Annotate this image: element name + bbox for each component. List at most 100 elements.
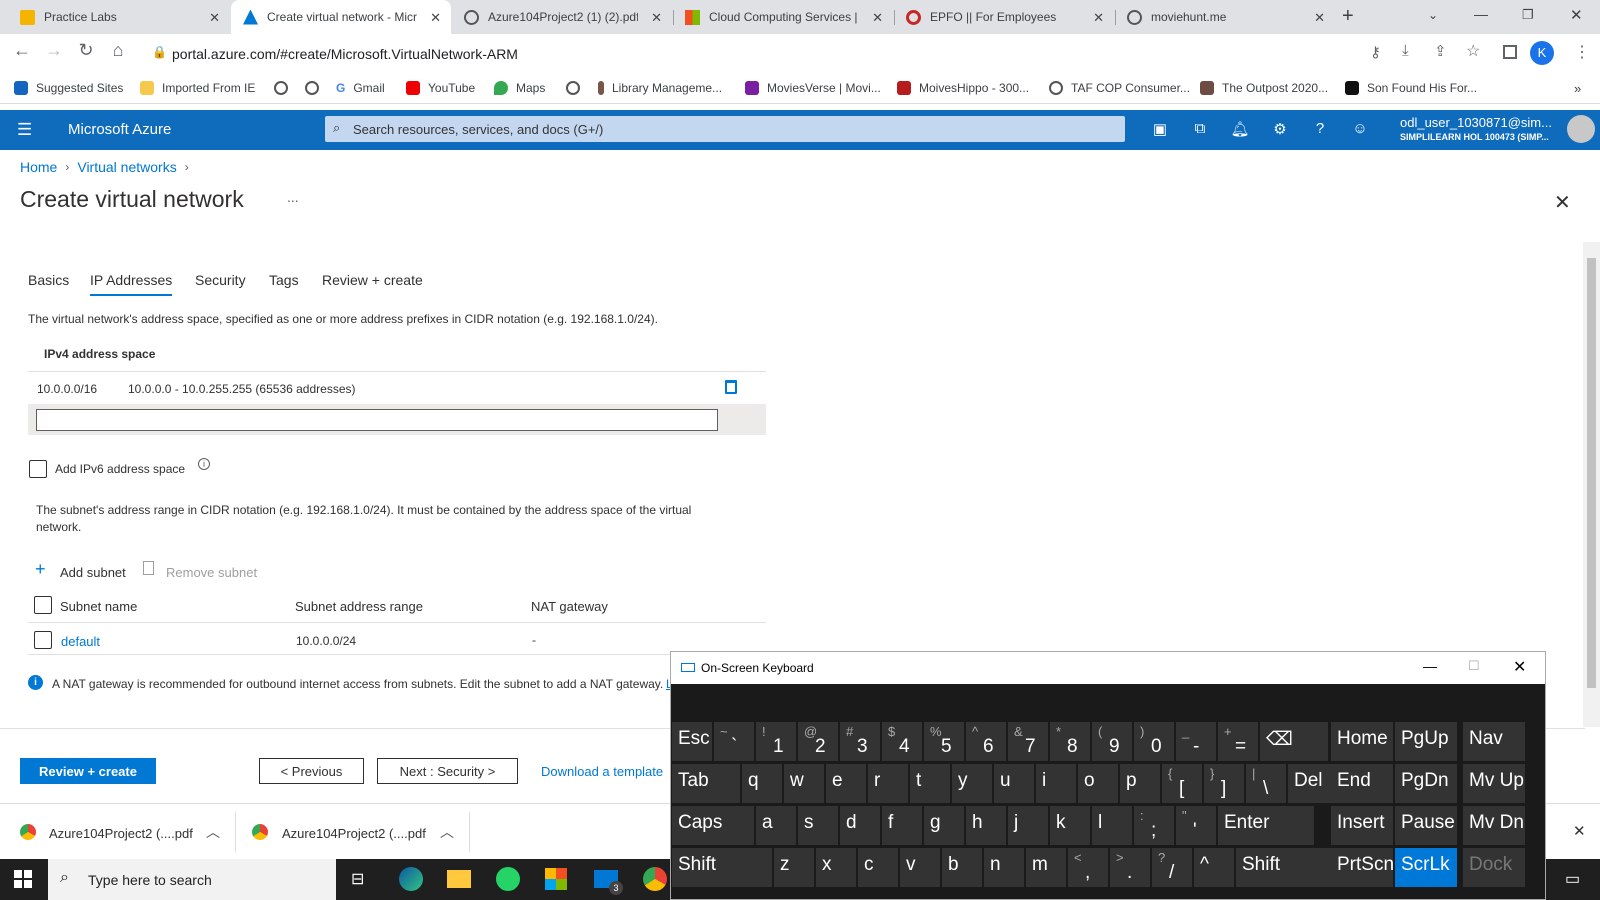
key-[interactable]: ^ xyxy=(1194,848,1234,887)
download-item-name[interactable]: Azure104Project2 (....pdf xyxy=(49,826,193,841)
osk-title-bar[interactable]: On-Screen Keyboard — ☐ ✕ xyxy=(671,652,1545,684)
delete-trash-icon[interactable] xyxy=(725,380,737,394)
key-mvdn[interactable]: Mv Dn xyxy=(1463,806,1525,845)
key-nav[interactable]: Nav xyxy=(1463,722,1525,761)
key-mvup[interactable]: Mv Up xyxy=(1463,764,1525,803)
notifications-icon[interactable]: ▭ xyxy=(1565,869,1580,889)
user-avatar[interactable] xyxy=(1567,115,1595,143)
chevron-up-icon[interactable]: ︿ xyxy=(440,822,454,842)
tab-security[interactable]: Security xyxy=(195,272,246,288)
bookmark-globe[interactable] xyxy=(305,81,327,95)
tab-create-virtual-network[interactable]: Create virtual network - Micro ✕ xyxy=(231,0,451,34)
restore-window-icon[interactable]: ❐ xyxy=(1522,7,1534,23)
azure-brand[interactable]: Microsoft Azure xyxy=(68,121,171,138)
more-options-icon[interactable]: ... xyxy=(287,189,299,205)
user-name[interactable]: odl_user_1030871@sim... xyxy=(1400,115,1552,130)
key-esc[interactable]: Esc xyxy=(672,722,712,761)
key-insert[interactable]: Insert xyxy=(1331,806,1393,845)
forward-arrow-icon[interactable]: → xyxy=(40,40,68,61)
key-1[interactable]: ! 1 xyxy=(756,722,796,761)
chevron-up-icon[interactable]: ︿ xyxy=(206,822,220,842)
tab-review-create[interactable]: Review + create xyxy=(322,272,423,288)
key-u[interactable]: u xyxy=(994,764,1034,803)
key-8[interactable]: * 8 xyxy=(1050,722,1090,761)
close-tab-icon[interactable]: ✕ xyxy=(1314,10,1325,26)
key-scrlk[interactable]: ScrLk xyxy=(1395,848,1457,887)
key-0[interactable]: ) 0 xyxy=(1134,722,1174,761)
task-view-icon[interactable]: ⊟ xyxy=(351,869,364,889)
key-6[interactable]: ^ 6 xyxy=(966,722,1006,761)
tab-practice-labs[interactable]: Practice Labs ✕ xyxy=(8,0,230,34)
tab-moviehunt[interactable]: moviehunt.me ✕ xyxy=(1115,0,1335,34)
tab-ip-addresses[interactable]: IP Addresses xyxy=(90,272,172,288)
key-q[interactable]: q xyxy=(742,764,782,803)
key-y[interactable]: y xyxy=(952,764,992,803)
reload-icon[interactable]: ↻ xyxy=(72,40,100,61)
breadcrumb-virtual-networks[interactable]: Virtual networks xyxy=(77,159,176,175)
key-dock[interactable]: Dock xyxy=(1463,848,1525,887)
close-tab-icon[interactable]: ✕ xyxy=(1093,10,1104,26)
key-r[interactable]: r xyxy=(868,764,908,803)
key-home[interactable]: Home xyxy=(1331,722,1393,761)
bookmark-item[interactable]: Suggested Sites xyxy=(14,81,123,95)
close-tab-icon[interactable]: ✕ xyxy=(651,10,662,26)
key-prtscn[interactable]: PrtScn xyxy=(1331,848,1394,887)
key-f[interactable]: f xyxy=(882,806,922,845)
tab-pdf[interactable]: Azure104Project2 (1) (2).pdf ✕ xyxy=(452,0,672,34)
close-icon[interactable]: ✕ xyxy=(1513,657,1526,677)
close-tab-icon[interactable]: ✕ xyxy=(209,10,220,26)
key-o[interactable]: o xyxy=(1078,764,1118,803)
key-[interactable]: >. xyxy=(1110,848,1150,887)
key-2[interactable]: @2 xyxy=(798,722,838,761)
key-v[interactable]: v xyxy=(900,848,940,887)
notifications-bell-icon[interactable]: 🔔︎ xyxy=(1230,120,1250,138)
key-[interactable]: :; xyxy=(1134,806,1174,845)
taskbar-search-box[interactable]: ⌕ Type here to search xyxy=(48,859,336,900)
close-tab-icon[interactable]: ✕ xyxy=(872,10,883,26)
cloud-shell-icon[interactable]: ▣ xyxy=(1150,120,1170,138)
download-item-name[interactable]: Azure104Project2 (....pdf xyxy=(282,826,426,841)
review-create-button[interactable]: Review + create xyxy=(20,758,156,784)
key-l[interactable]: l xyxy=(1092,806,1132,845)
key-tab[interactable]: Tab xyxy=(672,764,740,803)
vertical-scrollbar[interactable] xyxy=(1583,242,1600,727)
key-[interactable]: " ' xyxy=(1176,806,1216,845)
more-bookmarks-icon[interactable]: » xyxy=(1574,81,1581,96)
key-4[interactable]: $4 xyxy=(882,722,922,761)
home-icon[interactable]: ⌂ xyxy=(104,40,132,61)
key-pause[interactable]: Pause xyxy=(1395,806,1457,845)
bookmark-item[interactable]: G Gmail xyxy=(336,81,385,95)
address-bar[interactable]: 🔒 portal.azure.com/#create/Microsoft.Vir… xyxy=(142,38,1562,69)
chrome-taskbar-icon[interactable] xyxy=(643,867,667,891)
tab-tags[interactable]: Tags xyxy=(269,272,299,288)
install-icon[interactable]: ⤓ xyxy=(1402,42,1409,59)
bookmark-item[interactable]: Imported From IE xyxy=(140,81,255,95)
key-shift[interactable]: Shift xyxy=(672,848,772,887)
new-address-input[interactable] xyxy=(36,409,718,431)
key-b[interactable]: b xyxy=(942,848,982,887)
key-enter[interactable]: Enter xyxy=(1218,806,1314,845)
key-e[interactable]: e xyxy=(826,764,866,803)
key-[interactable]: }] xyxy=(1204,764,1244,803)
hamburger-menu-icon[interactable]: ☰ xyxy=(17,120,32,140)
key-d[interactable]: d xyxy=(840,806,880,845)
key-g[interactable]: g xyxy=(924,806,964,845)
key-shift[interactable]: Shift xyxy=(1236,848,1332,887)
new-tab-button[interactable]: + xyxy=(1342,5,1354,28)
key-5[interactable]: % 5 xyxy=(924,722,964,761)
store-icon[interactable] xyxy=(545,868,567,890)
breadcrumb-home[interactable]: Home xyxy=(20,159,57,175)
windows-start-icon[interactable] xyxy=(14,870,32,888)
menu-kebab-icon[interactable]: ⋮ xyxy=(1574,42,1590,62)
key-7[interactable]: & 7 xyxy=(1008,722,1048,761)
minimize-window-icon[interactable]: — xyxy=(1474,6,1488,22)
key-s[interactable]: s xyxy=(798,806,838,845)
bookmark-star-icon[interactable]: ☆ xyxy=(1466,41,1480,61)
edge-icon[interactable] xyxy=(399,867,423,891)
key-[interactable]: ? / xyxy=(1152,848,1192,887)
add-subnet-button[interactable]: Add subnet xyxy=(60,565,126,580)
profile-avatar[interactable]: K xyxy=(1530,41,1554,65)
key-[interactable]: <, xyxy=(1068,848,1108,887)
feedback-icon[interactable]: ☺ xyxy=(1350,120,1370,137)
key-h[interactable]: h xyxy=(966,806,1006,845)
